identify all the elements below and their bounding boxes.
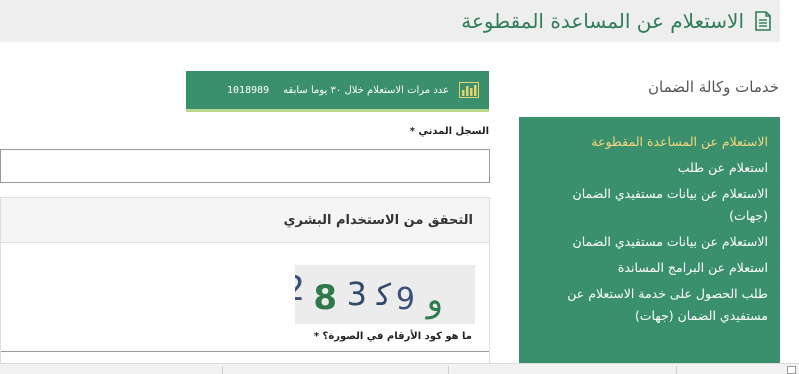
- document-icon: [755, 11, 771, 31]
- svg-text:3: 3: [347, 275, 367, 313]
- captcha-panel: التحقق من الاستخدام البشري 2 8 3 ﻛ 9 و م…: [0, 197, 490, 374]
- captcha-question-label: ما هو كود الأرقام في الصورة؟ *: [313, 331, 472, 342]
- civil-id-input[interactable]: [0, 149, 490, 183]
- strip-divider: [676, 366, 677, 374]
- stats-label: عدد مرات الاستعلام خلال ٣٠ يوما سابقه: [283, 84, 449, 96]
- inquiry-stats-bar: عدد مرات الاستعلام خلال ٣٠ يوما سابقه 10…: [186, 71, 489, 112]
- sidebar-item-request-inquiry[interactable]: استعلام عن طلب: [531, 155, 768, 181]
- svg-text:و: و: [425, 280, 443, 320]
- captcha-image: 2 8 3 ﻛ 9 و: [283, 265, 475, 324]
- page-header: الاستعلام عن المساعدة المقطوعة: [0, 0, 780, 42]
- captcha-glyphs: 2 8 3 ﻛ 9 و: [283, 269, 443, 320]
- sidebar-item-service-request[interactable]: طلب الحصول على خدمة الاستعلام عن مستفيدي…: [531, 281, 768, 329]
- strip-divider: [222, 366, 223, 374]
- stats-count: 1018989: [227, 84, 270, 96]
- civil-id-label: السجل المدني *: [409, 126, 489, 137]
- svg-text:9: 9: [396, 282, 415, 317]
- sidebar-item-beneficiaries-data[interactable]: الاستعلام عن بيانات مستفيدي الضمان: [531, 229, 768, 255]
- strip-divider: [448, 366, 449, 374]
- sidebar-item-support-programs[interactable]: استعلام عن البرامج المساندة: [531, 255, 768, 281]
- captcha-panel-header: التحقق من الاستخدام البشري: [1, 198, 489, 243]
- bottom-status-strip: [0, 363, 799, 374]
- captcha-panel-title: التحقق من الاستخدام البشري: [283, 212, 473, 228]
- bar-chart-icon: [459, 82, 479, 98]
- svg-text:ﻛ: ﻛ: [376, 278, 392, 313]
- svg-text:2: 2: [295, 269, 305, 309]
- sidebar-title: خدمات وكالة الضمان: [648, 78, 779, 96]
- checkbox-icon[interactable]: [787, 366, 796, 374]
- sidebar-menu: الاستعلام عن المساعدة المقطوعة استعلام ع…: [519, 117, 780, 363]
- page-title: الاستعلام عن المساعدة المقطوعة: [461, 9, 744, 33]
- sidebar-item-beneficiaries-entities[interactable]: الاستعلام عن بيانات مستفيدي الضمان (جهات…: [531, 181, 768, 229]
- sidebar-item-lump-sum-inquiry[interactable]: الاستعلام عن المساعدة المقطوعة: [531, 129, 768, 155]
- svg-text:8: 8: [313, 278, 337, 318]
